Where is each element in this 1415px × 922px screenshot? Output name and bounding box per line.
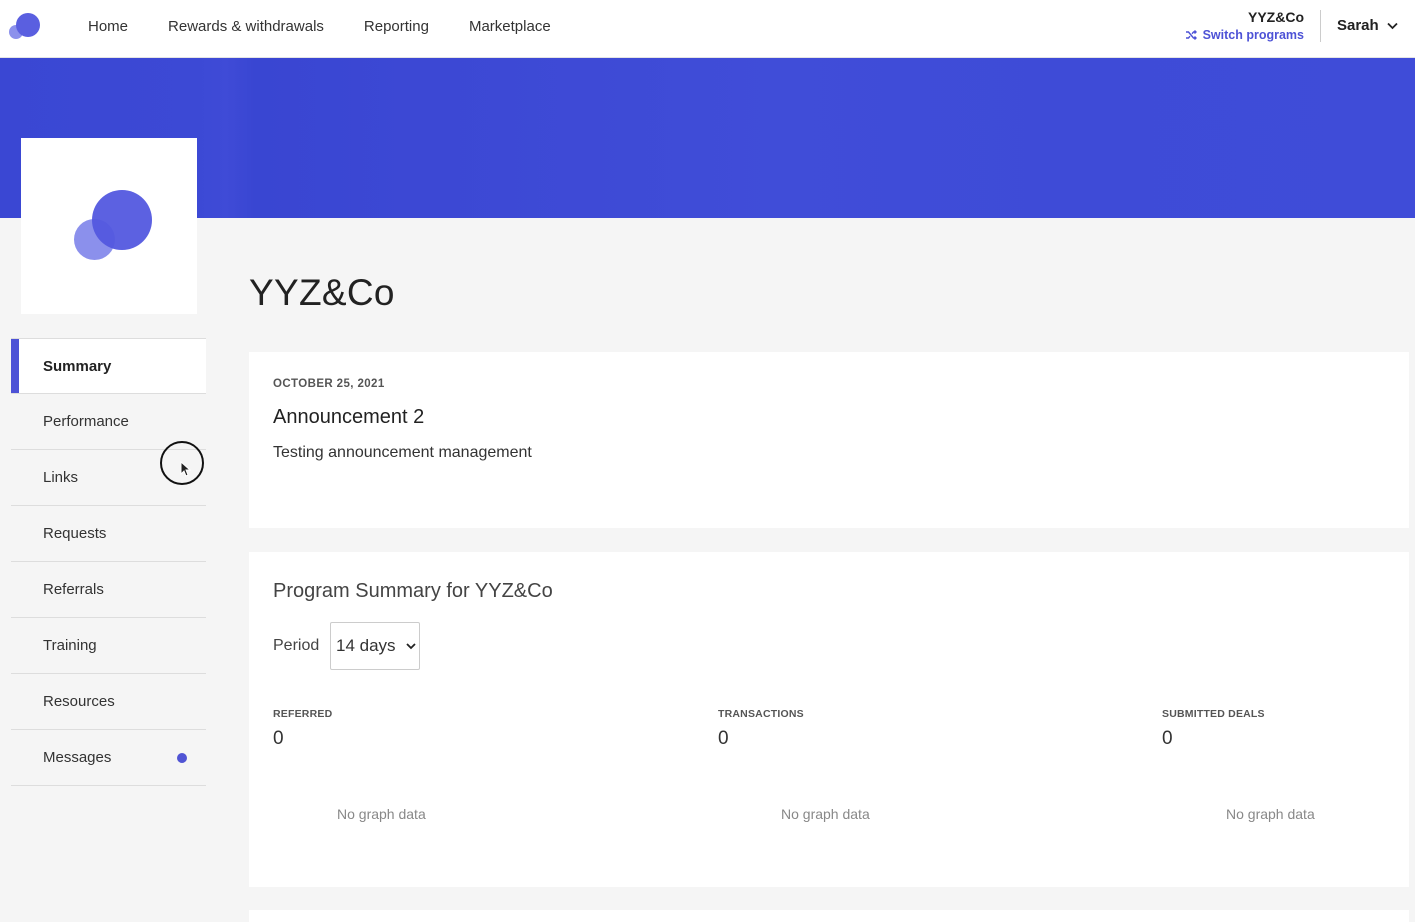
summary-title: Program Summary for YYZ&Co xyxy=(273,580,553,602)
sidebar-item-label: Links xyxy=(43,469,79,486)
sidebar-item-label: Training xyxy=(43,637,97,654)
nav-reporting[interactable]: Reporting xyxy=(344,18,449,35)
mouse-pointer-icon xyxy=(180,461,192,477)
sidebar-item-label: Referrals xyxy=(43,581,104,598)
switch-programs-label: Switch programs xyxy=(1202,28,1304,42)
program-summary-card: Program Summary for YYZ&Co Period 14 day… xyxy=(249,552,1409,887)
announcement-date: OCTOBER 25, 2021 xyxy=(273,378,385,390)
stat-referred: REFERRED 0 xyxy=(273,708,332,750)
sidebar-item-summary[interactable]: Summary xyxy=(11,338,206,394)
sidebar-item-messages[interactable]: Messages xyxy=(11,730,206,786)
nav-divider xyxy=(1320,10,1321,42)
sidebar-item-training[interactable]: Training xyxy=(11,618,206,674)
page-title: YYZ&Co xyxy=(249,272,395,313)
stat-submitted-deals: SUBMITTED DEALS 0 xyxy=(1162,708,1265,750)
nav-home[interactable]: Home xyxy=(68,18,148,35)
sidebar-item-label: Resources xyxy=(43,693,115,710)
program-switcher: YYZ&Co Switch programs xyxy=(1185,9,1304,42)
period-value: 14 days xyxy=(336,636,396,655)
logo-icon[interactable] xyxy=(9,13,41,39)
announcement-title: Announcement 2 xyxy=(273,406,425,428)
stat-label: TRANSACTIONS xyxy=(718,708,804,720)
stat-label: SUBMITTED DEALS xyxy=(1162,708,1265,720)
main-nav: Home Rewards & withdrawals Reporting Mar… xyxy=(68,0,571,52)
chevron-down-icon xyxy=(405,642,416,649)
no-graph-data-text: No graph data xyxy=(337,806,426,822)
top-navbar: Home Rewards & withdrawals Reporting Mar… xyxy=(0,0,1415,58)
no-graph-data-text: No graph data xyxy=(781,806,870,822)
stat-value: 0 xyxy=(1162,728,1173,749)
program-avatar xyxy=(21,138,197,314)
sidebar-item-label: Performance xyxy=(43,413,129,430)
program-name: YYZ&Co xyxy=(1248,9,1304,25)
announcement-body: Testing announcement management xyxy=(273,444,532,461)
switch-programs-link[interactable]: Switch programs xyxy=(1185,28,1304,42)
next-card-partial xyxy=(249,910,1409,922)
stat-label: REFERRED xyxy=(273,708,333,720)
sidebar-item-label: Summary xyxy=(43,357,112,375)
sidebar-item-referrals[interactable]: Referrals xyxy=(11,562,206,618)
shuffle-icon xyxy=(1185,30,1197,40)
no-graph-data-text: No graph data xyxy=(1226,806,1315,822)
stat-value: 0 xyxy=(718,728,729,749)
sidebar-item-label: Requests xyxy=(43,525,107,542)
nav-rewards-withdrawals[interactable]: Rewards & withdrawals xyxy=(148,18,344,35)
period-select[interactable]: 14 days xyxy=(330,622,420,670)
announcement-card: OCTOBER 25, 2021 Announcement 2 Testing … xyxy=(249,352,1409,528)
sidebar: Summary Performance Links Requests Refer… xyxy=(11,338,206,786)
unread-indicator-dot xyxy=(177,753,187,763)
sidebar-item-label: Messages xyxy=(43,749,112,766)
user-name: Sarah xyxy=(1337,17,1379,34)
user-menu[interactable]: Sarah xyxy=(1337,17,1398,34)
period-label: Period xyxy=(273,637,320,654)
sidebar-item-resources[interactable]: Resources xyxy=(11,674,206,730)
stat-value: 0 xyxy=(273,728,284,749)
stat-transactions: TRANSACTIONS 0 xyxy=(718,708,804,750)
nav-marketplace[interactable]: Marketplace xyxy=(449,18,571,35)
header-banner xyxy=(0,58,1415,218)
sidebar-item-requests[interactable]: Requests xyxy=(11,506,206,562)
chevron-down-icon xyxy=(1387,22,1398,29)
